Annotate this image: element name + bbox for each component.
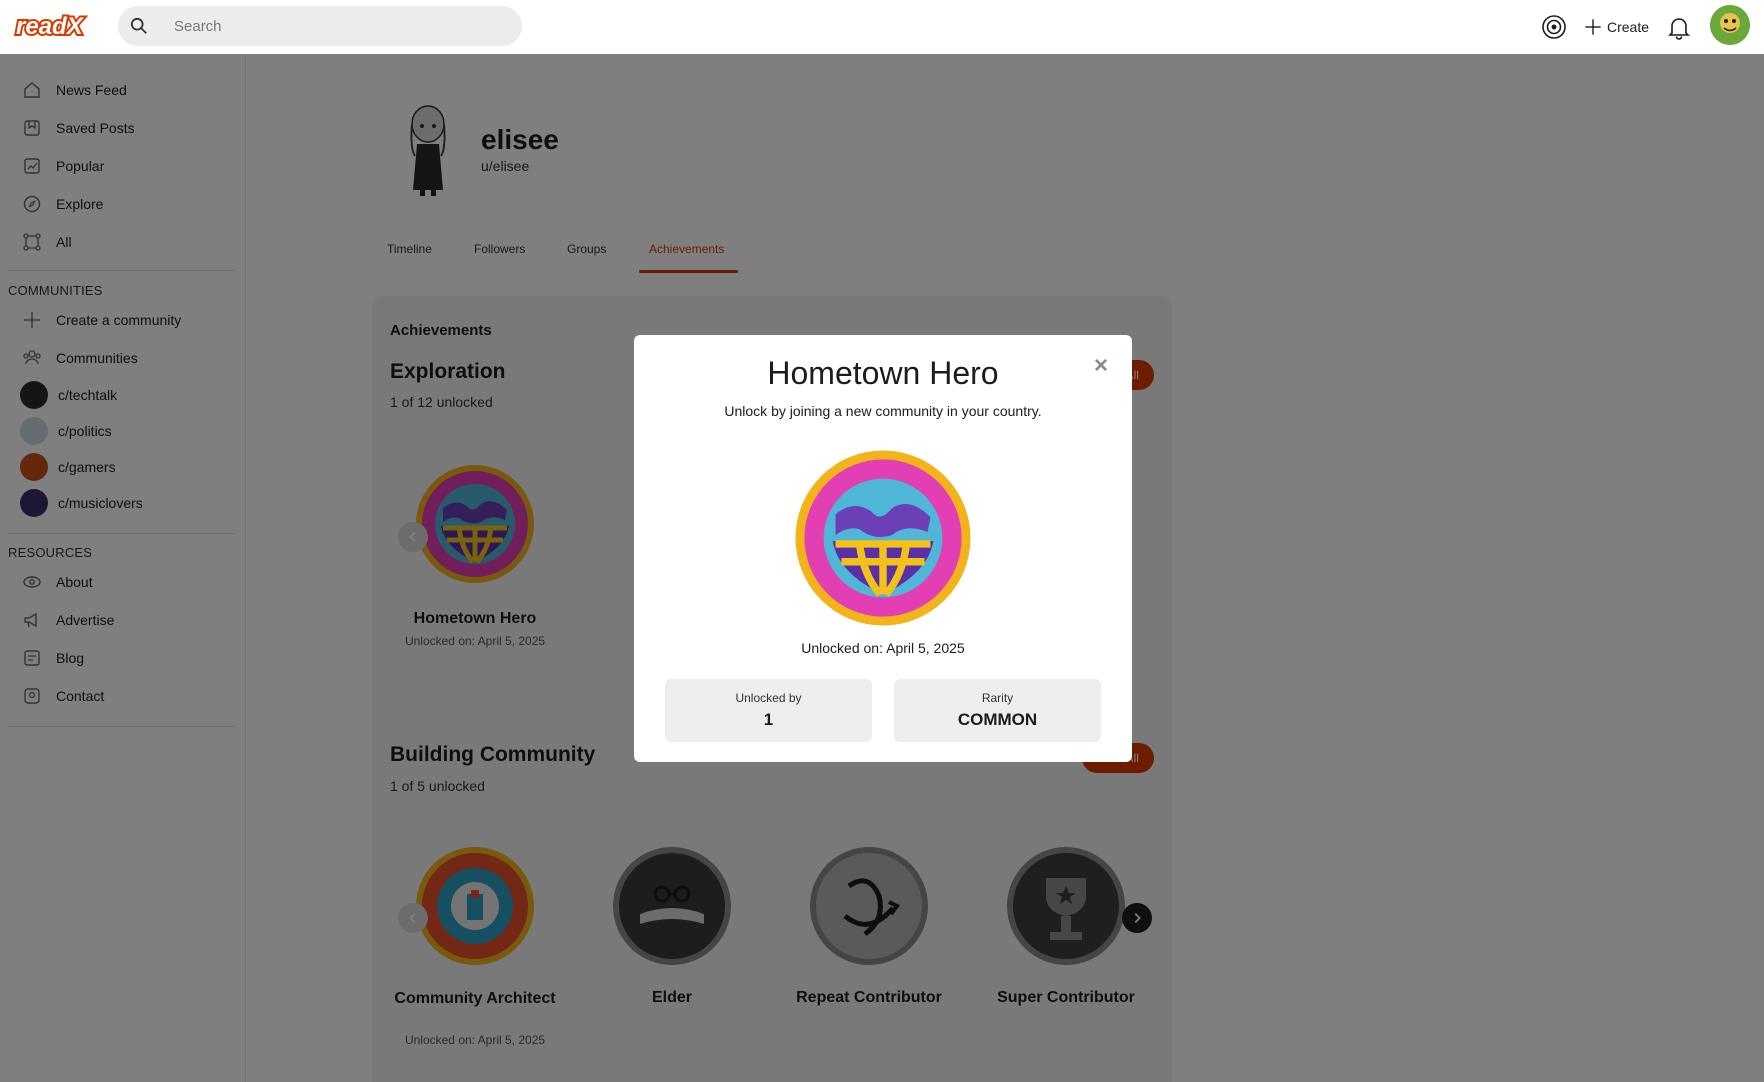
- search-icon: [130, 17, 147, 34]
- close-icon[interactable]: ×: [1090, 354, 1112, 378]
- modal-title: Hometown Hero: [767, 355, 999, 391]
- user-avatar[interactable]: [1710, 5, 1750, 45]
- achievement-modal: Hometown Hero × Unlock by joining a new …: [634, 335, 1132, 762]
- rarity-stat: Rarity COMMON: [894, 679, 1101, 742]
- create-label: Create: [1607, 19, 1650, 35]
- broadcast-icon: [1542, 15, 1566, 39]
- create-button[interactable]: Create: [1583, 13, 1649, 41]
- plus-icon: [1585, 19, 1601, 35]
- bell-icon: [1668, 18, 1690, 40]
- unlocked-by-stat: Unlocked by 1: [665, 679, 872, 742]
- modal-unlock-date: Unlocked on: April 5, 2025: [801, 640, 965, 656]
- notifications-button[interactable]: [1666, 13, 1692, 41]
- stat-label: Unlocked by: [735, 691, 802, 705]
- avatar-image: [1710, 5, 1750, 45]
- stat-value: COMMON: [957, 710, 1038, 729]
- modal-description: Unlock by joining a new community in you…: [724, 403, 1042, 419]
- search-input[interactable]: [174, 14, 504, 38]
- stat-value: 1: [763, 710, 774, 729]
- top-bar: readX Create: [0, 0, 1764, 54]
- chat-button[interactable]: [1541, 13, 1567, 41]
- readx-logo[interactable]: readX: [14, 10, 94, 42]
- svg-text:readX: readX: [16, 13, 85, 40]
- stat-label: Rarity: [981, 691, 1014, 705]
- search-bar[interactable]: [118, 6, 522, 46]
- hometown-hero-badge: [795, 450, 971, 626]
